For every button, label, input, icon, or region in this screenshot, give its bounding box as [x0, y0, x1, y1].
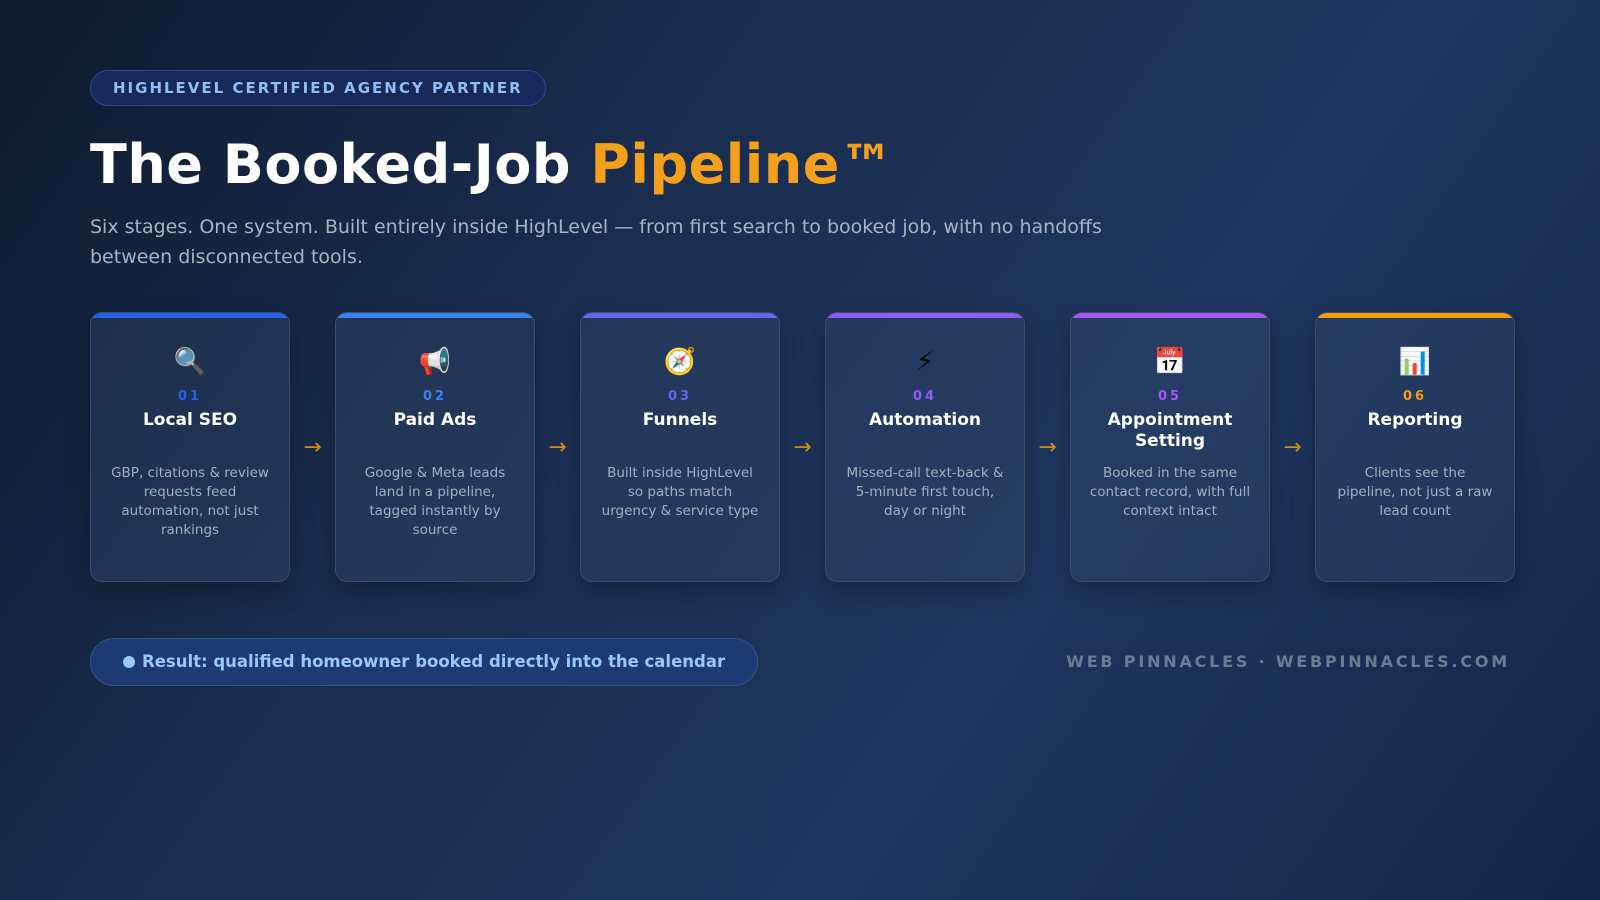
stage-number: 03: [667, 389, 693, 404]
partner-badge: HIGHLEVEL CERTIFIED AGENCY PARTNER: [90, 70, 546, 106]
stage-description: Google & Meta leads land in a pipeline, …: [364, 465, 506, 538]
stage-number: 04: [912, 389, 938, 404]
arrow-right-icon: →: [793, 434, 812, 460]
stage-title: Local SEO: [142, 410, 238, 430]
stage-card: ⚡ 04 Automation Missed-call text-back & 5-m…: [825, 312, 1025, 582]
compass-icon: 🧭: [663, 347, 697, 377]
stage-number: 01: [177, 389, 203, 404]
header-section: HIGHLEVEL CERTIFIED AGENCY PARTNER The B…: [90, 70, 1510, 272]
result-pill: Result: qualified homeowner booked direc…: [90, 638, 759, 686]
calendar-icon: 📅: [1153, 347, 1187, 377]
lightning-icon: ⚡: [915, 347, 935, 377]
stage-number: 06: [1402, 389, 1428, 404]
page-subtitle: Six stages. One system. Built entirely i…: [90, 216, 1102, 268]
stage-title: Paid Ads: [393, 410, 477, 430]
stage-title: Reporting: [1367, 410, 1463, 430]
arrow-right-icon: →: [303, 434, 322, 460]
stage-description: GBP, citations & review requests feed au…: [111, 465, 269, 538]
stage-accent-bar: [1071, 313, 1269, 318]
stage-number: 02: [422, 389, 448, 404]
stage-title: Funnels: [642, 410, 718, 430]
stage-description: Missed-call text-back & 5-minute first t…: [846, 465, 1004, 519]
arrow-right-icon: →: [1038, 434, 1057, 460]
brand-footer: WEB PINNACLES · WEBPINNACLES.COM: [1066, 652, 1510, 671]
page-title: The Booked-Job Pipeline™: [90, 130, 1510, 200]
pipeline-stages: 🔍 01 Local SEO GBP, citations & review requ…: [90, 312, 1515, 582]
title-main: The Booked-Job: [90, 133, 591, 196]
stage-card: 📢 02 Paid Ads Google & Meta leads land in a…: [335, 312, 535, 582]
bar-chart-icon: 📊: [1398, 347, 1432, 377]
stage-accent-bar: [581, 313, 779, 318]
stage-description: Booked in the same contact record, with …: [1089, 465, 1251, 519]
stage-title: Appointment Setting: [1107, 410, 1233, 451]
stage-accent-bar: [91, 313, 289, 318]
stage-number: 05: [1157, 389, 1183, 404]
title-accent: Pipeline™: [590, 133, 895, 196]
result-text: Result: qualified homeowner booked direc…: [142, 652, 726, 671]
magnifier-icon: 🔍: [173, 347, 207, 377]
stage-title: Automation: [869, 410, 981, 430]
stage-card: 📊 06 Reporting Clients see the pipeline, no…: [1315, 312, 1515, 582]
stage-card: 🧭 03 Funnels Built inside HighLevel so path…: [580, 312, 780, 582]
arrow-right-icon: →: [548, 434, 567, 460]
stage-accent-bar: [336, 313, 534, 318]
stage-description: Built inside HighLevel so paths match ur…: [601, 465, 759, 519]
stage-card: 🔍 01 Local SEO GBP, citations & review requ…: [90, 312, 290, 582]
stage-accent-bar: [1316, 313, 1514, 318]
stage-description: Clients see the pipeline, not just a raw…: [1337, 465, 1493, 519]
bullet-dot-icon: [123, 656, 135, 668]
stage-accent-bar: [826, 313, 1024, 318]
megaphone-icon: 📢: [418, 347, 452, 377]
stage-card: 📅 05 Appointment Setting Booked in the same…: [1070, 312, 1270, 582]
arrow-right-icon: →: [1283, 434, 1302, 460]
